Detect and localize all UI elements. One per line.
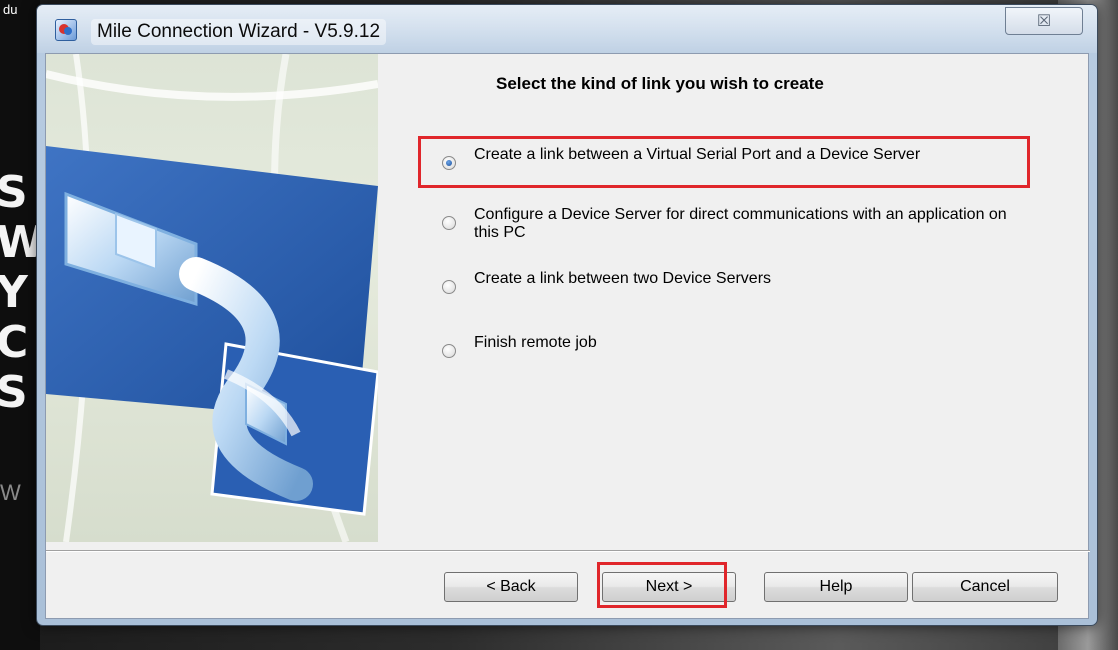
- option-finish-remote-job[interactable]: Finish remote job: [442, 334, 1034, 358]
- option-label: Configure a Device Server for direct com…: [474, 206, 1007, 241]
- option-label: Create a link between a Virtual Serial P…: [474, 146, 921, 163]
- radio-button[interactable]: [442, 216, 456, 230]
- cancel-button[interactable]: Cancel: [912, 572, 1058, 602]
- connector-illustration: [46, 54, 378, 542]
- wizard-side-image: [46, 54, 378, 542]
- option-label: Create a link between two Device Servers: [474, 270, 772, 287]
- wizard-client-area: Select the kind of link you wish to crea…: [45, 53, 1090, 619]
- wizard-app-icon[interactable]: [55, 19, 77, 41]
- help-button[interactable]: Help: [764, 572, 908, 602]
- close-button[interactable]: ☒: [1005, 7, 1083, 35]
- button-separator: [46, 550, 1090, 552]
- wizard-window: Mile Connection Wizard - V5.9.12 ☒ Selec…: [36, 4, 1098, 626]
- radio-button-selected[interactable]: [442, 156, 456, 170]
- wizard-heading: Select the kind of link you wish to crea…: [496, 74, 824, 93]
- option-label: Finish remote job: [474, 334, 597, 351]
- title-bar[interactable]: Mile Connection Wizard - V5.9.12 ☒: [37, 5, 1097, 53]
- option-two-device-servers[interactable]: Create a link between two Device Servers: [442, 270, 1034, 294]
- radio-button[interactable]: [442, 280, 456, 294]
- app-icon-graphic: [59, 24, 72, 35]
- option-virtual-serial-port[interactable]: Create a link between a Virtual Serial P…: [442, 146, 1034, 170]
- desktop-background-letter-small: W: [0, 480, 21, 505]
- radio-button[interactable]: [442, 344, 456, 358]
- back-button[interactable]: < Back: [444, 572, 578, 602]
- next-button-highlight: [597, 562, 727, 608]
- option-direct-communications[interactable]: Configure a Device Server for direct com…: [442, 206, 1034, 242]
- window-title: Mile Connection Wizard - V5.9.12: [91, 19, 387, 45]
- desktop-corner-text: du: [3, 2, 18, 17]
